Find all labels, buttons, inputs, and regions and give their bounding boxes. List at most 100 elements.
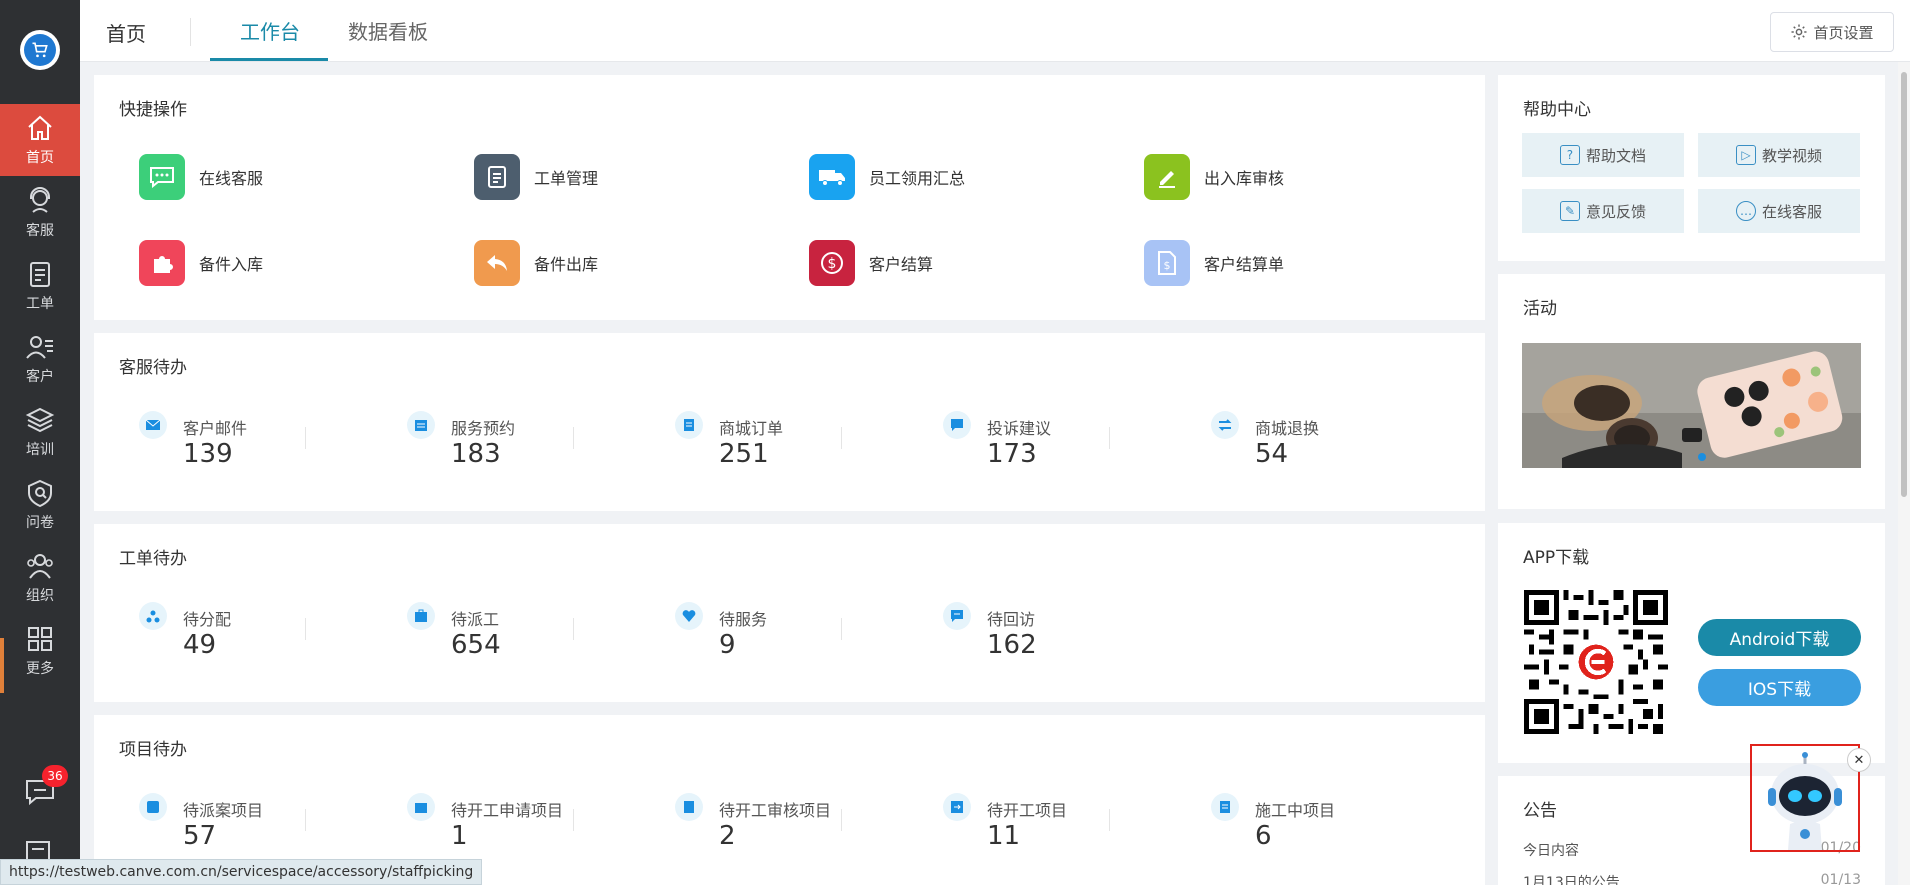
quick-action-label: 出入库审核 [1204, 169, 1285, 188]
activity-banner-image[interactable] [1522, 343, 1861, 468]
divider [1109, 427, 1110, 449]
qr-code [1524, 590, 1668, 734]
breadcrumb-home[interactable]: 首页 [106, 18, 146, 47]
edit-icon: ✎ [1559, 201, 1580, 221]
app-logo[interactable] [20, 30, 60, 70]
document-icon [474, 154, 520, 200]
divider [573, 427, 574, 449]
home-icon [28, 115, 52, 140]
grid-icon [28, 627, 52, 651]
todo-count: 11 [987, 821, 1021, 851]
tab-workbench[interactable]: 工作台 [240, 16, 300, 45]
help-docs-button[interactable]: ? 帮助文档 [1522, 133, 1684, 177]
quick-actions-card: 快捷操作 在线客服 工单管理 员工领用汇总 出入库审核 备件入库 备件出库 $ … [94, 75, 1485, 320]
divider [305, 427, 306, 449]
notice-item[interactable]: 1月13日的公告 [1523, 872, 1620, 885]
sidebar-item-label: 首页 [26, 150, 54, 166]
quick-action-workorder-manage[interactable]: 工单管理 [474, 154, 598, 200]
quick-action-customer-settle[interactable]: $ 客户结算 [809, 240, 933, 286]
homepage-settings-button[interactable]: 首页设置 [1770, 12, 1894, 52]
todo-label: 待派案项目 [183, 801, 264, 820]
sidebar-item-training[interactable]: 培训 [0, 396, 80, 468]
sidebar-item-home[interactable]: 首页 [0, 104, 80, 176]
tutorial-video-button[interactable]: ▷ 教学视频 [1698, 133, 1860, 177]
link-status-bar: https://testweb.canve.com.cn/servicespac… [0, 859, 483, 885]
card-title: 客服待办 [119, 358, 187, 378]
quick-action-parts-out[interactable]: 备件出库 [474, 240, 598, 286]
calendar-icon [407, 411, 435, 439]
divider [573, 618, 574, 640]
sidebar-item-more[interactable]: 更多 [0, 615, 80, 687]
quick-action-label: 备件出库 [534, 255, 599, 274]
divider [841, 809, 842, 831]
robot-icon [1768, 752, 1842, 850]
quick-action-parts-in[interactable]: 备件入库 [139, 240, 263, 286]
puzzle-icon [139, 240, 185, 286]
todo-label: 待分配 [183, 610, 232, 629]
todo-count: 1 [451, 821, 468, 851]
file-icon [1211, 793, 1239, 821]
sidebar-item-workorder[interactable]: 工单 [0, 250, 80, 322]
todo-count: 139 [183, 439, 233, 469]
unread-badge: 36 [42, 765, 68, 787]
question-icon: ? [1559, 145, 1580, 165]
sidebar-item-label: 客户 [26, 369, 54, 385]
assistant-widget[interactable] [1750, 744, 1860, 852]
quick-action-settlement-sheet[interactable]: $ 客户结算单 [1144, 240, 1284, 286]
comment-icon [943, 602, 971, 630]
service-todo-card: 客服待办 客户邮件 139 服务预约 183 商城订单 251 投诉建议 173… [94, 333, 1485, 511]
todo-count: 9 [719, 630, 736, 660]
quick-action-label: 在线客服 [199, 169, 264, 188]
sidebar-item-customer[interactable]: 客户 [0, 323, 80, 395]
carousel-dot[interactable] [1698, 453, 1706, 461]
activity-card: 活动 [1498, 274, 1885, 509]
todo-label: 服务预约 [451, 419, 516, 438]
todo-count: 173 [987, 439, 1037, 469]
quick-action-label: 工单管理 [534, 169, 599, 188]
todo-label: 待开工审核项目 [719, 801, 832, 820]
todo-count: 57 [183, 821, 217, 851]
divider [305, 618, 306, 640]
tab-dashboard[interactable]: 数据看板 [348, 16, 428, 45]
order-icon [675, 411, 703, 439]
divider [305, 809, 306, 831]
card-title: 公告 [1523, 801, 1557, 821]
top-navigation: 首页 工作台 数据看板 首页设置 [80, 0, 1910, 62]
active-tab-indicator [210, 58, 328, 61]
todo-count: 6 [1255, 821, 1272, 851]
truck-icon [809, 154, 855, 200]
quick-action-staff-picking[interactable]: 员工领用汇总 [809, 154, 965, 200]
sidebar: 首页 客服 工单 客户 培训 问卷 组织 更多 36 [0, 0, 80, 885]
help-label: 意见反馈 [1585, 202, 1646, 221]
survey-icon [28, 479, 52, 508]
gear-icon [1791, 24, 1807, 40]
sidebar-item-label: 培训 [26, 442, 54, 458]
todo-label: 待服务 [719, 610, 768, 629]
app-download-card: APP下载 Android下载 IOS下载 [1498, 523, 1885, 763]
headset-icon [30, 187, 50, 213]
notice-item[interactable]: 今日内容 [1523, 840, 1579, 860]
quick-action-stock-audit[interactable]: 出入库审核 [1144, 154, 1284, 200]
briefcase-icon [407, 793, 435, 821]
scrollbar-thumb[interactable] [1901, 72, 1907, 497]
settings-label: 首页设置 [1813, 23, 1874, 42]
sidebar-item-organization[interactable]: 组织 [0, 542, 80, 614]
quick-action-label: 员工领用汇总 [869, 169, 966, 188]
sidebar-item-survey[interactable]: 问卷 [0, 469, 80, 541]
todo-label: 商城退换 [1255, 419, 1320, 438]
online-service-button[interactable]: … 在线客服 [1698, 189, 1860, 233]
android-download-button[interactable]: Android下载 [1698, 619, 1861, 656]
divider [190, 18, 191, 46]
svg-text:$: $ [1164, 259, 1171, 272]
quick-action-online-service[interactable]: 在线客服 [139, 154, 263, 200]
todo-label: 客户邮件 [183, 419, 248, 438]
feedback-button[interactable]: ✎ 意见反馈 [1522, 189, 1684, 233]
todo-count: 2 [719, 821, 736, 851]
close-icon[interactable]: ✕ [1847, 748, 1871, 772]
quick-action-label: 客户结算单 [1204, 255, 1285, 274]
card-title: 工单待办 [119, 549, 187, 569]
todo-label: 待开工项目 [987, 801, 1068, 820]
help-label: 在线客服 [1761, 202, 1822, 221]
sidebar-item-service[interactable]: 客服 [0, 177, 80, 249]
ios-download-button[interactable]: IOS下载 [1698, 669, 1861, 706]
